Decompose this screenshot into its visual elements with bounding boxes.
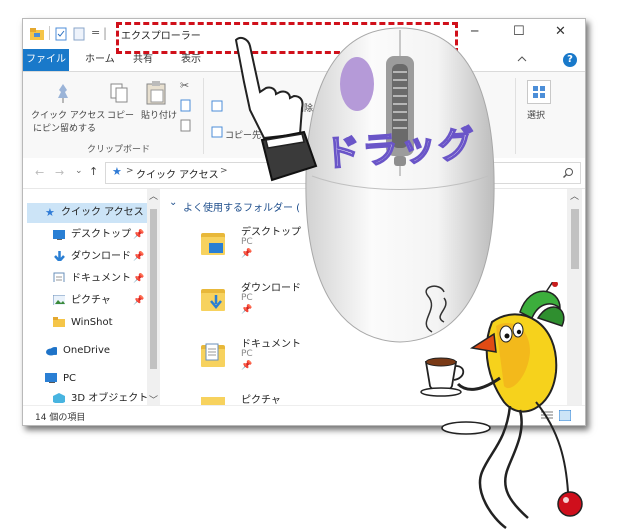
qat-dropdown-icon[interactable]: = <box>91 26 100 39</box>
maximize-button[interactable]: ☐ <box>513 24 525 39</box>
divider <box>49 26 50 40</box>
cube-icon <box>53 393 65 403</box>
clipboard-small-icons[interactable]: ✂ <box>179 78 193 138</box>
folder-name: ピクチャ <box>241 395 281 406</box>
nav-item-onedrive[interactable]: OneDrive <box>23 341 147 361</box>
svg-text:✂: ✂ <box>180 79 189 92</box>
breadcrumb-quick-access[interactable]: クイック アクセス <box>136 166 219 181</box>
ribbon-separator-2 <box>515 78 516 154</box>
item-count: 14 個の項目 <box>35 413 86 423</box>
title-divider: | <box>103 26 108 40</box>
folder-icon <box>201 341 225 367</box>
nav-item-label: PC <box>63 373 77 384</box>
pointing-hand-icon <box>234 37 318 182</box>
nav-item-pc[interactable]: PC <box>23 369 147 389</box>
help-icon[interactable]: ? <box>563 53 577 67</box>
new-folder-icon[interactable] <box>73 27 85 41</box>
nav-item-pictures[interactable]: ピクチャ 📌 <box>23 291 147 311</box>
drag-label: ドラッグ <box>322 123 478 176</box>
back-arrow-icon[interactable]: ← <box>35 166 44 179</box>
folder-icon <box>201 229 225 255</box>
nav-item-label: ダウンロード <box>71 251 131 262</box>
copy-to-icon[interactable] <box>211 126 223 138</box>
nav-item-label: OneDrive <box>63 345 111 356</box>
folder-icon <box>53 317 65 327</box>
scroll-up-icon[interactable]: ︿ <box>149 189 158 202</box>
clipboard-group-label: クリップボード <box>87 145 151 155</box>
folder-name: デスクトップ <box>241 227 301 238</box>
nav-item-winshot[interactable]: WinShot <box>23 313 147 333</box>
pictures-icon <box>53 295 65 305</box>
pin-quick-access-label-1: クイック アクセス <box>31 111 106 121</box>
folder-tile-pictures[interactable]: ピクチャ <box>201 391 321 406</box>
select-icon[interactable] <box>527 80 551 104</box>
scroll-up-icon[interactable]: ︿ <box>570 189 579 202</box>
move-to-icon[interactable] <box>211 100 223 112</box>
folder-location: PC <box>241 293 253 303</box>
tab-home[interactable]: ホーム <box>85 49 115 71</box>
pc-icon <box>45 373 57 383</box>
pin-icon: 📌 <box>241 361 253 371</box>
pin-icon[interactable] <box>53 82 73 104</box>
pin-quick-access-label-2: にピン留めする <box>33 124 97 134</box>
left-button-highlight <box>340 57 374 111</box>
search-icon <box>562 168 573 179</box>
copy-label: コピー <box>107 111 135 121</box>
close-button[interactable]: ✕ <box>555 24 566 39</box>
scroll-thumb[interactable] <box>571 209 579 269</box>
nav-item-documents[interactable]: ドキュメント 📌 <box>23 269 147 289</box>
forward-arrow-icon[interactable]: → <box>55 166 64 179</box>
nav-item-label: デスクトップ <box>71 229 131 240</box>
chevron-up-icon[interactable] <box>517 54 527 64</box>
desktop-icon <box>53 230 65 240</box>
folder-name: ドキュメント <box>241 339 301 350</box>
pin-icon: 📌 <box>133 252 145 262</box>
navigation-pane: ★ クイック アクセス デスクトップ 📌 ダウンロード 📌 ドキュメント 📌 ピ… <box>23 189 161 405</box>
nav-item-downloads[interactable]: ダウンロード 📌 <box>23 247 147 267</box>
cloud-icon <box>46 347 57 356</box>
breadcrumb-separator[interactable]: > <box>126 166 134 176</box>
recent-dropdown-icon[interactable]: ⌄ <box>75 166 83 176</box>
download-icon <box>54 251 65 261</box>
nav-item-quick-access[interactable]: ★ クイック アクセス <box>27 203 147 223</box>
star-icon: ★ <box>112 165 122 178</box>
nav-item-label: WinShot <box>71 317 113 328</box>
scroll-thumb[interactable] <box>150 209 157 369</box>
folder-name: ダウンロード <box>241 283 301 294</box>
nav-item-desktop[interactable]: デスクトップ 📌 <box>23 225 147 245</box>
chevron-down-icon[interactable]: ⌄ <box>169 197 177 208</box>
folder-icon <box>201 285 225 311</box>
pin-icon: 📌 <box>133 230 145 240</box>
properties-icon[interactable] <box>55 27 67 41</box>
star-icon: ★ <box>45 206 55 219</box>
select-label[interactable]: 選択 <box>527 108 545 121</box>
pin-icon: 📌 <box>241 249 253 259</box>
paste-icon[interactable] <box>145 80 167 106</box>
copy-icon[interactable] <box>109 82 129 104</box>
ribbon-separator <box>203 78 204 154</box>
tab-file[interactable]: ファイル <box>23 49 69 71</box>
folder-location: PC <box>241 349 253 359</box>
up-arrow-icon[interactable]: ↑ <box>89 165 98 178</box>
paste-label: 貼り付け <box>141 111 178 121</box>
folder-app-icon <box>30 28 44 40</box>
nav-item-label: ピクチャ <box>71 295 111 306</box>
pin-icon: 📌 <box>133 274 145 284</box>
section-header[interactable]: よく使用するフォルダー ( <box>183 199 300 214</box>
nav-scrollbar[interactable]: ︿ ﹀ <box>147 189 160 406</box>
nav-item-label: クイック アクセス <box>61 207 144 218</box>
folder-location: PC <box>241 237 253 247</box>
nav-item-label: ドキュメント <box>71 273 131 284</box>
pin-icon: 📌 <box>133 296 145 306</box>
document-icon <box>53 272 65 282</box>
pin-icon: 📌 <box>241 305 253 315</box>
folder-icon <box>201 397 225 405</box>
bird-mascot-illustration <box>420 282 583 530</box>
